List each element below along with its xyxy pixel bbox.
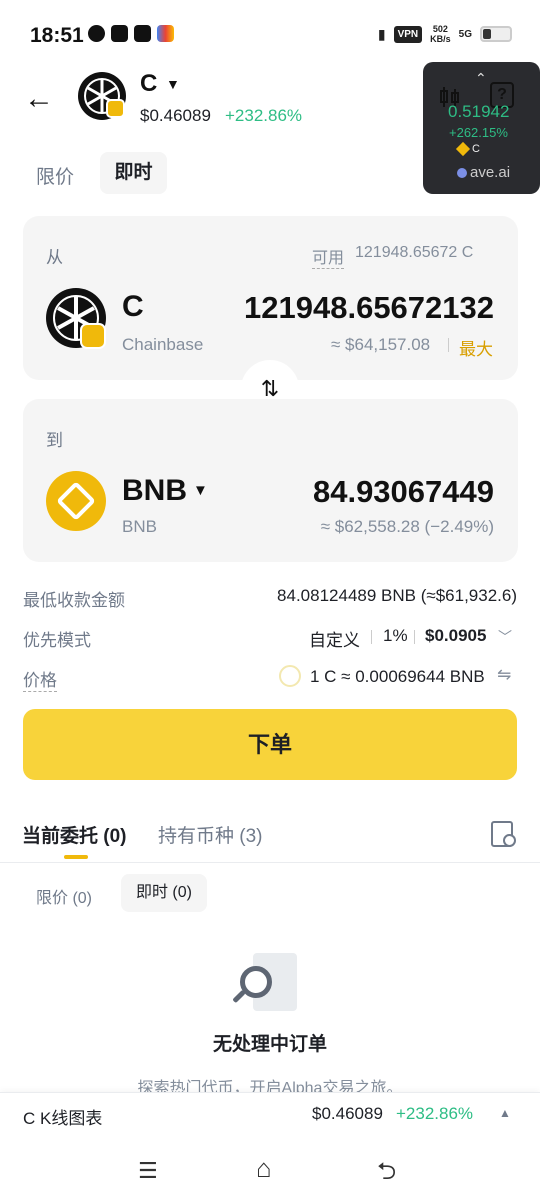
back-arrow-icon[interactable]: ← — [24, 82, 54, 116]
menu-icon[interactable]: ☰ — [138, 1158, 158, 1184]
active-tab-indicator — [64, 855, 88, 859]
chevron-down-icon[interactable]: ﹀ — [498, 627, 512, 647]
priority-label: 优先模式 — [23, 631, 91, 650]
caret-down-icon[interactable]: ▼ — [166, 76, 180, 92]
priority-slippage[interactable]: 1% — [383, 626, 408, 646]
priority-fee[interactable]: $0.0905 — [425, 626, 486, 646]
header-change: +232.86% — [225, 106, 303, 125]
ave-ai-logo-icon — [457, 168, 467, 178]
to-label: 到 — [46, 431, 63, 450]
overlay-change: +262.15% — [449, 125, 508, 140]
chain-badge-icon — [106, 99, 125, 118]
refresh-timer-icon — [279, 665, 301, 687]
tab-current-orders[interactable]: 当前委托 (0) — [22, 821, 127, 848]
available-value: 121948.65672 C — [355, 244, 474, 261]
net-speed: 502 KB/s — [430, 24, 451, 44]
price-value: 1 C ≈ 0.00069644 BNB — [310, 667, 485, 686]
qq-icon — [88, 25, 105, 42]
subtab-limit[interactable]: 限价 (0) — [36, 884, 92, 908]
binance-icon — [134, 25, 151, 42]
to-name: BNB — [122, 517, 157, 536]
overlay-price: 0.51942 — [448, 102, 510, 121]
divider — [448, 338, 449, 352]
divider — [414, 630, 415, 644]
overlay-caret-up-icon[interactable]: ⌃ — [475, 70, 487, 87]
tab-holdings[interactable]: 持有币种 (3) — [158, 821, 263, 848]
divider — [371, 630, 372, 644]
status-bar: 18:51 ▮ VPN 502 KB/s 5G — [0, 0, 540, 70]
x-icon — [111, 25, 128, 42]
from-amount-input[interactable]: 121948.65672132 — [244, 290, 494, 326]
home-icon[interactable]: ⌂ — [256, 1153, 272, 1184]
divider — [0, 862, 540, 863]
to-amount: 84.93067449 — [312, 474, 494, 509]
battery-icon — [480, 26, 512, 42]
price-label: 价格 — [23, 666, 57, 692]
overlay-brand: ave.ai — [470, 164, 511, 181]
overlay-symbol: C — [472, 143, 480, 155]
status-time: 18:51 — [30, 24, 84, 47]
from-label: 从 — [46, 248, 63, 267]
from-chain-badge-icon — [80, 323, 106, 349]
tab-instant[interactable]: 即时 — [100, 152, 167, 194]
magnifier-handle-icon — [232, 989, 246, 1004]
kline-price: $0.46089 — [312, 1104, 383, 1123]
price-invert-icon[interactable]: ⇋ — [497, 665, 511, 685]
kline-change: +232.86% — [396, 1104, 474, 1123]
to-caret-down-icon[interactable]: ▼ — [193, 482, 208, 499]
to-symbol[interactable]: BNB — [122, 474, 187, 508]
max-button[interactable]: 最大 — [459, 335, 493, 360]
place-order-button[interactable]: 下单 — [23, 709, 517, 780]
kline-title[interactable]: C K线图表 — [23, 1104, 102, 1129]
clock-icon[interactable] — [503, 834, 516, 847]
min-receive-label: 最低收款金额 — [23, 591, 125, 610]
header-symbol[interactable]: C — [140, 70, 157, 98]
signal-icon: 5G — [458, 28, 472, 40]
system-icons: ▮ VPN 502 KB/s 5G — [378, 24, 512, 44]
vpn-badge: VPN — [393, 25, 423, 43]
header-price: $0.46089 — [140, 106, 211, 125]
empty-title: 无处理中订单 — [212, 1034, 327, 1055]
nav-back-icon[interactable]: ⮌ — [377, 1154, 396, 1195]
vibrate-icon: ▮ — [377, 25, 386, 42]
available-label: 可用 — [312, 244, 345, 269]
from-name: Chainbase — [122, 335, 204, 354]
tab-limit[interactable]: 限价 — [36, 162, 74, 189]
notification-icons — [88, 25, 174, 42]
to-usd-value: ≈ $62,558.28 (−2.49%) — [320, 517, 494, 536]
from-usd-value: ≈ $64,157.08 — [331, 335, 431, 354]
min-receive-value: 84.08124489 BNB (≈$61,932.6) — [277, 586, 517, 605]
subtab-instant[interactable]: 即时 (0) — [121, 874, 207, 912]
caret-up-icon[interactable]: ▲ — [499, 1106, 511, 1120]
priority-mode[interactable]: 自定义 — [309, 626, 360, 651]
from-symbol[interactable]: C — [122, 290, 144, 324]
gmail-icon — [157, 25, 174, 42]
